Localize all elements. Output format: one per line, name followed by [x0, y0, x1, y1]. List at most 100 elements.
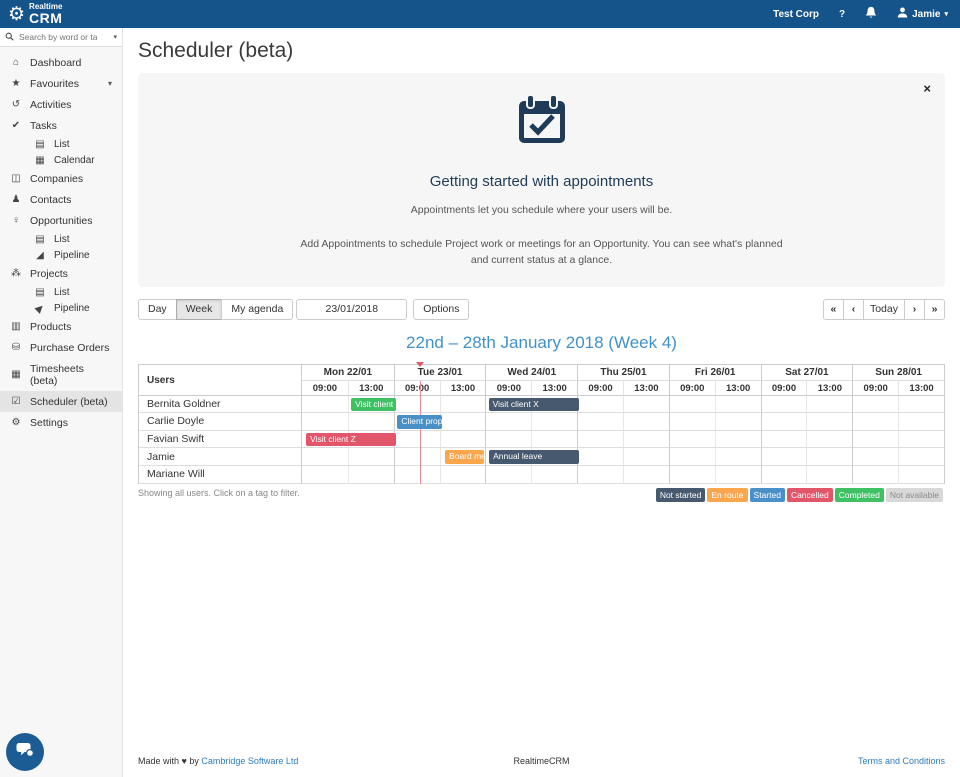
schedule-cell[interactable]: [348, 413, 394, 431]
schedule-cell[interactable]: [394, 466, 440, 484]
sidebar-item-opportunities-pipeline[interactable]: ◢Pipeline: [0, 247, 122, 263]
user-menu[interactable]: Jamie ▾: [897, 7, 948, 21]
schedule-cell[interactable]: [761, 466, 807, 484]
last-week-button[interactable]: »: [924, 299, 945, 320]
schedule-cell[interactable]: [623, 413, 669, 431]
company-link[interactable]: Test Corp: [773, 9, 819, 20]
schedule-cell[interactable]: [440, 413, 486, 431]
schedule-cell[interactable]: [485, 413, 531, 431]
sidebar-item-products[interactable]: ▥Products: [0, 316, 122, 337]
sidebar-item-projects[interactable]: ⁂Projects: [0, 263, 122, 284]
appointment-block[interactable]: Visit client X: [489, 398, 580, 412]
sidebar-item-contacts[interactable]: ♟Contacts: [0, 189, 122, 210]
schedule-cell[interactable]: [715, 413, 761, 431]
today-button[interactable]: Today: [863, 299, 905, 320]
schedule-cell[interactable]: [715, 396, 761, 414]
schedule-cell[interactable]: [852, 413, 898, 431]
prev-week-button[interactable]: ‹: [843, 299, 864, 320]
first-week-button[interactable]: «: [823, 299, 844, 320]
terms-link[interactable]: Terms and Conditions: [858, 756, 945, 766]
schedule-cell[interactable]: [715, 431, 761, 449]
schedule-cell[interactable]: [394, 431, 440, 449]
sidebar-search[interactable]: ▾: [0, 28, 122, 47]
sidebar-item-settings[interactable]: ⚙Settings: [0, 412, 122, 433]
sidebar-item-projects-pipeline[interactable]: ▶Pipeline: [0, 300, 122, 316]
sidebar-item-tasks[interactable]: ✔Tasks: [0, 115, 122, 136]
view-week-button[interactable]: Week: [176, 299, 223, 320]
sidebar-item-tasks-calendar[interactable]: ▦Calendar: [0, 152, 122, 168]
schedule-cell[interactable]: [669, 448, 715, 466]
sidebar-item-favourites[interactable]: ★Favourites▾: [0, 73, 122, 94]
schedule-cell[interactable]: [302, 396, 348, 414]
schedule-cell[interactable]: [348, 466, 394, 484]
company-footer-link[interactable]: Cambridge Software Ltd: [201, 756, 298, 766]
help-link[interactable]: ?: [839, 9, 845, 20]
sidebar-item-timesheets[interactable]: ▦Timesheets (beta): [0, 358, 122, 391]
schedule-cell[interactable]: [715, 448, 761, 466]
schedule-cell[interactable]: [761, 396, 807, 414]
schedule-cell[interactable]: [806, 396, 852, 414]
appointment-block[interactable]: Visit client Y: [351, 398, 396, 412]
chat-button[interactable]: [6, 733, 44, 771]
schedule-cell[interactable]: [577, 431, 623, 449]
schedule-cell[interactable]: [852, 396, 898, 414]
search-input[interactable]: [17, 31, 99, 43]
schedule-cell[interactable]: [577, 466, 623, 484]
schedule-cell[interactable]: [669, 431, 715, 449]
sidebar-item-activities[interactable]: ↺Activities: [0, 94, 122, 115]
app-logo[interactable]: ⚙ Realtime CRM: [8, 3, 62, 25]
sidebar-item-dashboard[interactable]: ⌂Dashboard: [0, 52, 122, 73]
schedule-cell[interactable]: [485, 466, 531, 484]
schedule-cell[interactable]: [806, 448, 852, 466]
schedule-cell[interactable]: [715, 466, 761, 484]
schedule-cell[interactable]: [761, 413, 807, 431]
sidebar-item-purchase-orders[interactable]: ⛁Purchase Orders: [0, 337, 122, 358]
schedule-cell[interactable]: [806, 466, 852, 484]
schedule-cell[interactable]: [806, 413, 852, 431]
schedule-cell[interactable]: [852, 466, 898, 484]
schedule-cell[interactable]: [623, 466, 669, 484]
schedule-cell[interactable]: [669, 413, 715, 431]
schedule-cell[interactable]: [531, 466, 577, 484]
schedule-cell[interactable]: [440, 466, 486, 484]
schedule-cell[interactable]: [440, 431, 486, 449]
schedule-cell[interactable]: [394, 396, 440, 414]
schedule-cell[interactable]: [898, 448, 944, 466]
appointment-block[interactable]: Annual leave: [489, 450, 579, 464]
schedule-cell[interactable]: [761, 431, 807, 449]
sidebar-item-scheduler[interactable]: ☑Scheduler (beta): [0, 391, 122, 412]
schedule-cell[interactable]: [623, 448, 669, 466]
schedule-cell[interactable]: [485, 431, 531, 449]
schedule-cell[interactable]: [898, 466, 944, 484]
schedule-cell[interactable]: [302, 413, 348, 431]
schedule-cell[interactable]: [577, 448, 623, 466]
schedule-cell[interactable]: [531, 413, 577, 431]
schedule-cell[interactable]: [669, 396, 715, 414]
sidebar-item-opportunities-list[interactable]: ▤List: [0, 231, 122, 247]
sidebar-item-tasks-list[interactable]: ▤List: [0, 136, 122, 152]
view-day-button[interactable]: Day: [138, 299, 177, 320]
schedule-cell[interactable]: [577, 396, 623, 414]
date-input[interactable]: [296, 299, 407, 320]
schedule-cell[interactable]: [852, 448, 898, 466]
schedule-cell[interactable]: [806, 431, 852, 449]
schedule-cell[interactable]: [852, 431, 898, 449]
sidebar-item-opportunities[interactable]: ♀Opportunities: [0, 210, 122, 231]
schedule-cell[interactable]: [348, 448, 394, 466]
options-button[interactable]: Options: [413, 299, 469, 320]
next-week-button[interactable]: ›: [904, 299, 925, 320]
appointment-block[interactable]: Visit client Z: [306, 433, 396, 447]
sidebar-item-companies[interactable]: ◫Companies: [0, 168, 122, 189]
schedule-cell[interactable]: [669, 466, 715, 484]
appointment-block[interactable]: Board meeting: [445, 450, 484, 464]
schedule-cell[interactable]: [898, 413, 944, 431]
schedule-cell[interactable]: [394, 448, 440, 466]
schedule-cell[interactable]: [302, 448, 348, 466]
schedule-cell[interactable]: [531, 431, 577, 449]
view-my-agenda-button[interactable]: My agenda: [221, 299, 293, 320]
notifications-link[interactable]: [865, 6, 877, 22]
close-icon[interactable]: ×: [921, 79, 933, 98]
schedule-cell[interactable]: [440, 396, 486, 414]
schedule-cell[interactable]: [898, 431, 944, 449]
appointment-block[interactable]: Client proposal: [397, 415, 441, 429]
